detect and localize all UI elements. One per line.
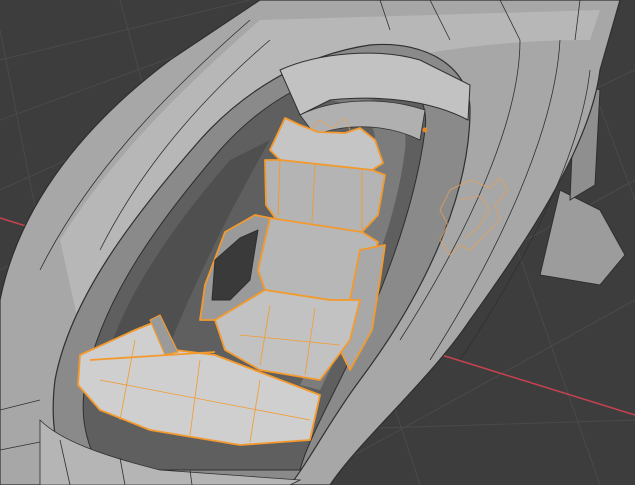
3d-viewport[interactable]: seat	[0, 0, 635, 485]
viewport-canvas[interactable]	[0, 0, 635, 485]
